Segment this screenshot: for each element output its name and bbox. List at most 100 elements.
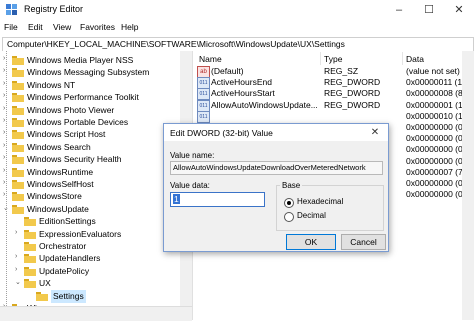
expand-icon[interactable]: › — [3, 105, 5, 112]
tree-item[interactable]: Orchestrator — [0, 240, 180, 253]
edit-dword-dialog: Edit DWORD (32-bit) Value ✕ Value name: … — [163, 123, 389, 252]
tree-item[interactable]: › Windows Photo Viewer — [0, 104, 180, 117]
close-button[interactable]: ✕ — [444, 0, 474, 20]
value-row[interactable]: 011 0x00000010 (16) — [196, 110, 470, 123]
menu-view[interactable]: View — [53, 22, 71, 32]
tree-item[interactable]: › Windows Search — [0, 141, 180, 154]
tree-item-label: Windows Search — [27, 141, 91, 152]
tree-item[interactable]: › Windows Portable Devices — [0, 116, 180, 129]
tree-item-label: UpdateHandlers — [39, 253, 101, 264]
expand-icon[interactable]: › — [3, 129, 5, 136]
expand-icon[interactable]: › — [3, 179, 5, 186]
dword-value-icon: 011 — [197, 99, 210, 112]
base-group — [276, 185, 384, 231]
expand-icon[interactable]: › — [3, 80, 5, 87]
menu-help[interactable]: Help — [121, 22, 138, 32]
tree-item-label: Windows Portable Devices — [27, 117, 129, 127]
tree-item-label: Windows Script Host — [27, 129, 106, 140]
value-row[interactable]: ab (Default) REG_SZ (value not set) — [196, 66, 462, 78]
tree-item[interactable]: › UpdatePolicy — [0, 265, 180, 278]
tree-item[interactable]: › WindowsStore — [0, 190, 180, 203]
expand-icon[interactable]: › — [3, 154, 5, 161]
dialog-close-icon[interactable]: ✕ — [367, 126, 383, 139]
tree-item[interactable]: › Windows Messaging Subsystem — [0, 66, 180, 79]
value-data-text: 1 — [173, 194, 180, 204]
column-separator[interactable] — [320, 52, 321, 65]
tree-horizontal-scrollbar[interactable] — [0, 306, 192, 321]
expand-icon[interactable]: › — [3, 67, 5, 74]
expand-icon[interactable]: › — [15, 253, 17, 260]
dword-value-icon: 011 — [197, 88, 210, 101]
value-type: REG_DWORD — [324, 77, 381, 88]
tree-item[interactable]: › WindowsRuntime — [0, 166, 180, 179]
tree-item-label: Windows Performance Toolkit — [27, 92, 139, 103]
tree-item[interactable]: ⌄ WindowsUpdate — [0, 203, 180, 216]
values-vertical-scrollbar[interactable] — [462, 51, 474, 320]
folder-icon — [12, 118, 24, 127]
tree-item[interactable]: › Windows Script Host — [0, 128, 180, 141]
expand-icon[interactable]: › — [3, 167, 5, 174]
menu-favorites[interactable]: Favorites — [80, 22, 115, 32]
hexadecimal-radio[interactable] — [284, 198, 294, 208]
value-name: ActiveHoursEnd — [211, 77, 272, 88]
tree-item[interactable]: › UpdateHandlers — [0, 252, 180, 265]
address-bar[interactable]: Computer\HKEY_LOCAL_MACHINE\SOFTWARE\Mic… — [2, 37, 474, 52]
tree-item-label: WindowsSelfHost — [27, 179, 94, 189]
expand-icon[interactable]: › — [3, 117, 5, 124]
folder-icon — [12, 80, 24, 90]
folder-icon — [24, 254, 36, 264]
column-header-name[interactable]: Name — [199, 54, 222, 64]
decimal-label[interactable]: Decimal — [297, 211, 326, 220]
expand-icon[interactable]: › — [3, 92, 5, 99]
value-name-field[interactable]: AllowAutoWindowsUpdateDownloadOverMetere… — [170, 161, 383, 175]
tree-item[interactable]: ⌄ UX — [0, 277, 180, 290]
expand-icon[interactable]: › — [15, 229, 17, 236]
menu-edit[interactable]: Edit — [28, 22, 43, 32]
value-type: REG_SZ — [324, 66, 359, 76]
decimal-radio[interactable] — [284, 212, 294, 222]
value-row[interactable]: 011 AllowAutoWindowsUpdate... REG_DWORD 0x0… — [196, 99, 466, 112]
tree-item[interactable]: › Windows Performance Toolkit — [0, 91, 180, 104]
string-value-icon: ab — [197, 66, 210, 78]
expand-icon[interactable]: › — [3, 142, 5, 149]
value-data-input[interactable]: 1 — [170, 192, 265, 207]
tree-item-label: Settings — [51, 289, 86, 303]
value-row[interactable]: 011 ActiveHoursEnd REG_DWORD 0x00000011 (17… — [196, 77, 470, 90]
cancel-button[interactable]: Cancel — [341, 234, 386, 250]
value-data: 0x00000010 (16) — [406, 110, 471, 121]
expand-icon[interactable]: › — [3, 55, 5, 62]
tree-item-label: Windows Messaging Subsystem — [27, 67, 150, 78]
tree-item[interactable]: EditionSettings — [0, 215, 180, 228]
value-row[interactable]: 011 ActiveHoursStart REG_DWORD 0x00000008 (… — [196, 88, 466, 101]
tree-item[interactable]: › Windows NT — [0, 79, 180, 92]
tree-item[interactable]: › WindowsSelfHost — [0, 178, 180, 191]
tree-item[interactable]: › Windows Security Health — [0, 153, 180, 166]
tree-item[interactable]: › Windows Media Player NSS — [0, 54, 180, 67]
tree-item[interactable]: Settings — [0, 289, 180, 303]
base-label: Base — [280, 181, 303, 190]
tree-item-label: Windows NT — [27, 79, 76, 90]
value-type: REG_DWORD — [324, 99, 381, 110]
column-separator[interactable] — [402, 52, 403, 65]
registry-editor-icon — [6, 4, 17, 15]
value-data: 0x00000000 (0) — [406, 133, 466, 144]
tree-item[interactable]: › ExpressionEvaluators — [0, 228, 180, 241]
value-data: 0x00000007 (7) — [406, 166, 466, 177]
column-header-type[interactable]: Type — [324, 54, 342, 64]
folder-icon — [12, 180, 24, 189]
minimize-button[interactable]: – — [384, 0, 414, 20]
ok-button[interactable]: OK — [286, 234, 336, 250]
expand-icon[interactable]: › — [3, 191, 5, 198]
value-name: ActiveHoursStart — [211, 88, 275, 99]
column-header-data[interactable]: Data — [406, 54, 424, 64]
collapse-icon[interactable]: ⌄ — [15, 278, 21, 286]
hexadecimal-label[interactable]: Hexadecimal — [297, 197, 343, 206]
tree-item-label: UpdatePolicy — [39, 265, 90, 276]
radio-selected-dot — [287, 201, 291, 205]
maximize-button[interactable]: ☐ — [414, 0, 444, 20]
expand-icon[interactable]: › — [15, 266, 17, 273]
value-name: (Default) — [211, 66, 244, 76]
menu-file[interactable]: File — [4, 22, 18, 32]
folder-icon — [24, 217, 36, 227]
value-data: 0x00000011 (17) — [406, 77, 470, 88]
